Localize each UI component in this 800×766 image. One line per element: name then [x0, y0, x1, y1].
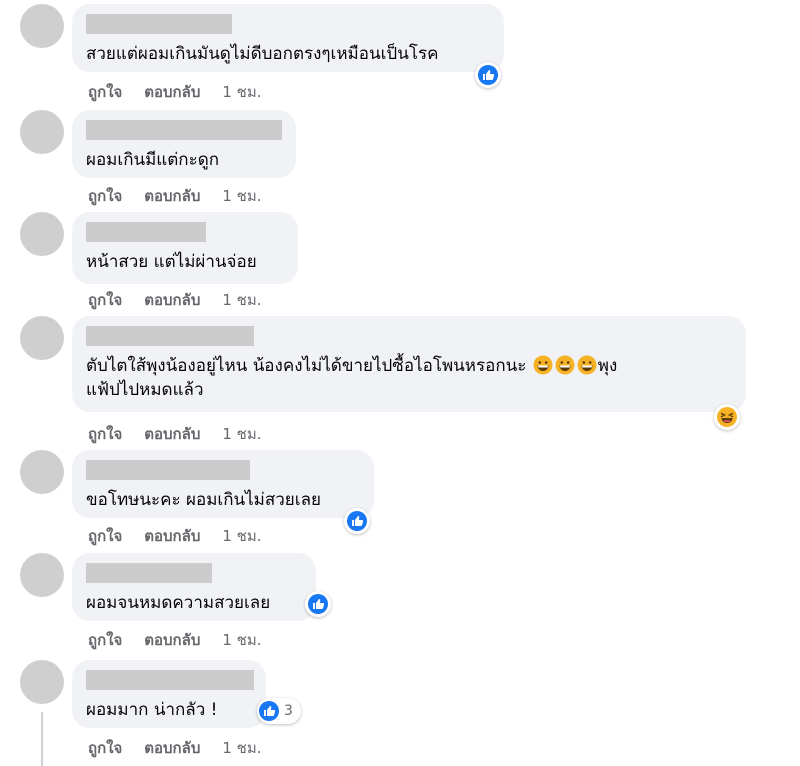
reply-button[interactable]: ตอบกลับ [144, 628, 200, 652]
reaction-summary[interactable]: 3 [257, 698, 301, 724]
haha-icon[interactable] [714, 404, 740, 430]
like-button[interactable]: ถูกใจ [88, 628, 122, 652]
avatar[interactable] [20, 316, 64, 360]
comment-text: ขอโทษนะคะ ผอมเกินไม่สวยเลย [86, 490, 321, 510]
reply-button[interactable]: ตอบกลับ [144, 524, 200, 548]
reaction-count: 3 [284, 703, 293, 719]
like-button[interactable]: ถูกใจ [88, 524, 122, 548]
comment-text: หน้าสวย แต่ไม่ผ่านจ่อย [86, 252, 257, 272]
comment-bubble: ผอมจนหมดความสวยเลย [72, 553, 316, 621]
like-button[interactable]: ถูกใจ [88, 288, 122, 312]
comment-bubble: สวยแต่ผอมเกินมันดูไม่ดีบอกตรงๆเหมือนเป็น… [72, 4, 504, 72]
like-icon[interactable] [305, 591, 331, 617]
avatar[interactable] [20, 553, 64, 597]
comment-text: ผอมมาก น่ากลัว ! [86, 700, 218, 720]
timestamp[interactable]: 1 ชม. [222, 736, 261, 760]
reply-button[interactable]: ตอบกลับ [144, 422, 200, 446]
redacted-name[interactable] [86, 563, 212, 583]
comment-text-line-1: ตับไตใส้พุงน้องอยู่ไหน น้องคงไม่ได้ขายไป… [86, 354, 734, 378]
comment-bubble: ขอโทษนะคะ ผอมเกินไม่สวยเลย [72, 450, 374, 518]
comment-actions: ถูกใจ ตอบกลับ 1 ชม. [88, 422, 262, 446]
reply-button[interactable]: ตอบกลับ [144, 736, 200, 760]
comment-actions: ถูกใจ ตอบกลับ 1 ชม. [88, 184, 262, 208]
reply-button[interactable]: ตอบกลับ [144, 184, 200, 208]
comment-actions: ถูกใจ ตอบกลับ 1 ชม. [88, 736, 262, 760]
comment-bubble: ตับไตใส้พุงน้องอยู่ไหน น้องคงไม่ได้ขายไป… [72, 316, 746, 412]
redacted-name[interactable] [86, 460, 250, 480]
like-button[interactable]: ถูกใจ [88, 422, 122, 446]
grin-emoji [555, 355, 575, 375]
timestamp[interactable]: 1 ชม. [222, 524, 261, 548]
avatar[interactable] [20, 660, 64, 704]
reply-button[interactable]: ตอบกลับ [144, 288, 200, 312]
redacted-name[interactable] [86, 14, 232, 34]
comment-text: ตับไตใส้พุงน้องอยู่ไหน น้องคงไม่ได้ขายไป… [86, 356, 527, 376]
like-button[interactable]: ถูกใจ [88, 80, 122, 104]
redacted-name[interactable] [86, 670, 254, 690]
timestamp[interactable]: 1 ชม. [222, 288, 261, 312]
timestamp[interactable]: 1 ชม. [222, 184, 261, 208]
comment-actions: ถูกใจ ตอบกลับ 1 ชม. [88, 524, 262, 548]
avatar[interactable] [20, 212, 64, 256]
avatar[interactable] [20, 110, 64, 154]
like-icon[interactable] [475, 62, 501, 88]
comment-text-line-2: แฟ้ปไปหมดแล้ว [86, 380, 204, 400]
comment-actions: ถูกใจ ตอบกลับ 1 ชม. [88, 288, 262, 312]
like-icon [259, 701, 279, 721]
comment-text: สวยแต่ผอมเกินมันดูไม่ดีบอกตรงๆเหมือนเป็น… [86, 44, 439, 64]
avatar[interactable] [20, 450, 64, 494]
like-button[interactable]: ถูกใจ [88, 736, 122, 760]
thread-line [41, 712, 43, 766]
redacted-name[interactable] [86, 222, 206, 242]
timestamp[interactable]: 1 ชม. [222, 422, 261, 446]
timestamp[interactable]: 1 ชม. [222, 80, 261, 104]
redacted-name[interactable] [86, 120, 282, 140]
comment-text: ผอมเกินมีแต่กะดูก [86, 150, 220, 170]
comment-actions: ถูกใจ ตอบกลับ 1 ชม. [88, 628, 262, 652]
like-icon[interactable] [344, 508, 370, 534]
comment-bubble: หน้าสวย แต่ไม่ผ่านจ่อย [72, 212, 298, 284]
comment-text: ผอมจนหมดความสวยเลย [86, 593, 271, 613]
avatar[interactable] [20, 4, 64, 48]
like-button[interactable]: ถูกใจ [88, 184, 122, 208]
comment-bubble: ผอมมาก น่ากลัว ! [72, 660, 266, 728]
comment-bubble: ผอมเกินมีแต่กะดูก [72, 110, 296, 178]
reply-button[interactable]: ตอบกลับ [144, 80, 200, 104]
timestamp[interactable]: 1 ชม. [222, 628, 261, 652]
grin-emoji [577, 355, 597, 375]
grin-emoji [533, 355, 553, 375]
comment-actions: ถูกใจ ตอบกลับ 1 ชม. [88, 80, 262, 104]
redacted-name[interactable] [86, 326, 254, 346]
comment-text-end: พุง [597, 356, 618, 376]
